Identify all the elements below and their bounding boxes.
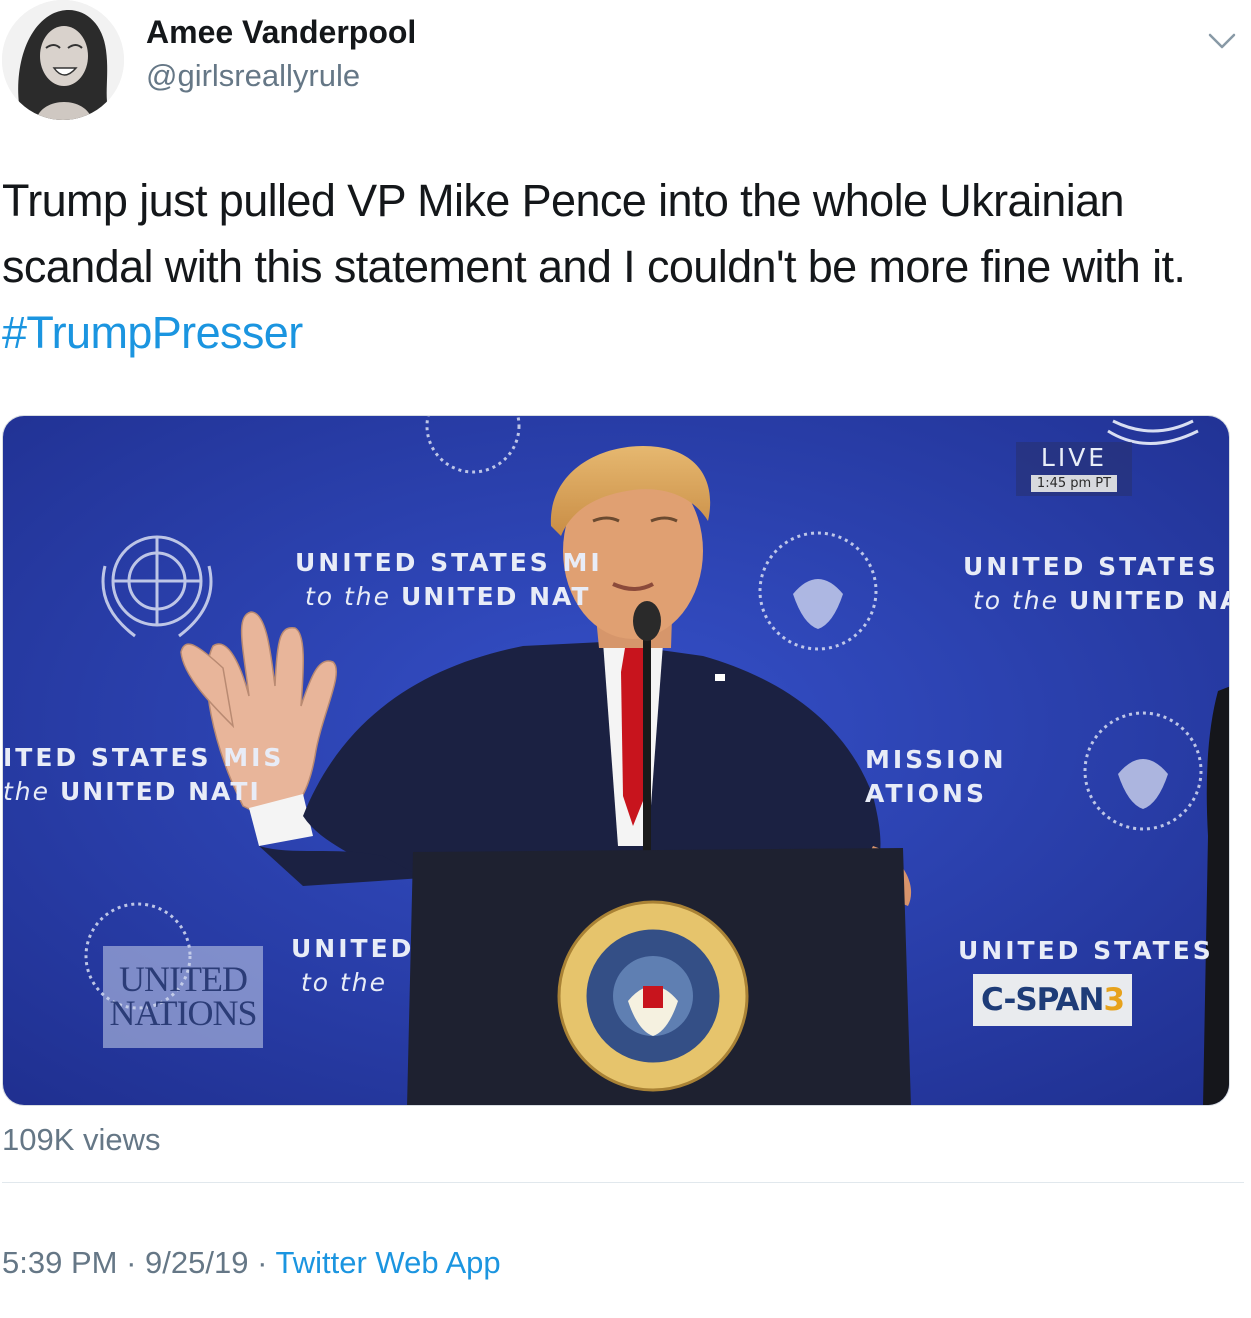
chevron-down-icon[interactable]: [1204, 22, 1240, 58]
live-time: 1:45 pm PT: [1030, 475, 1118, 492]
backdrop-bold: UNITED NAT: [400, 582, 591, 611]
video-player[interactable]: UNITED STATES MI to the UNITED NAT UNITE…: [2, 415, 1230, 1106]
backdrop-bold: UNITED NATI: [59, 777, 261, 806]
tweet-meta: 5:39 PM · 9/25/19 · Twitter Web App: [2, 1245, 501, 1281]
network-name: C-SPAN: [981, 982, 1104, 1018]
divider: [2, 1182, 1244, 1183]
backdrop-line: MISSION: [865, 745, 1007, 774]
author-name[interactable]: Amee Vanderpool: [146, 14, 416, 51]
view-count: 109K views: [2, 1122, 161, 1157]
live-badge: LIVE 1:45 pm PT: [1016, 442, 1132, 496]
backdrop-line: UNITED STATES MI: [963, 552, 1229, 581]
tweet-time[interactable]: 5:39 PM: [2, 1245, 117, 1280]
live-label: LIVE: [1040, 443, 1108, 472]
backdrop-line: UNITED STATES: [958, 936, 1214, 965]
un-logo: UNITED NATIONS: [103, 946, 263, 1048]
backdrop-subline: to the UNITED NA: [963, 584, 1230, 618]
backdrop-text-low: UNITED to the: [291, 932, 414, 1000]
un-logo-line: NATIONS: [109, 993, 257, 1033]
hashtag-link[interactable]: #TrumpPresser: [2, 307, 303, 358]
backdrop-italic: the: [3, 777, 51, 806]
backdrop-bold: UNITED NA: [1068, 586, 1230, 615]
network-logo: C-SPAN3: [973, 974, 1133, 1026]
backdrop-italic: to the: [300, 968, 388, 997]
backdrop-text-left: ITED STATES MIS the UNITED NATI: [3, 741, 284, 809]
backdrop-text-center: UNITED STATES MI to the UNITED NAT: [295, 546, 603, 614]
backdrop-subline: to the: [291, 966, 414, 1000]
meta-separator: ·: [126, 1245, 137, 1280]
meta-separator: ·: [257, 1245, 268, 1280]
tweet-body: Trump just pulled VP Mike Pence into the…: [2, 175, 1186, 292]
backdrop-text-low-right: UNITED STATES: [958, 934, 1214, 968]
backdrop-line: UNITED STATES MI: [295, 548, 603, 577]
tweet-text: Trump just pulled VP Mike Pence into the…: [2, 168, 1242, 366]
backdrop-text-mid: MISSION ATIONS: [865, 743, 1007, 811]
avatar-photo: [2, 0, 124, 120]
network-number: 3: [1103, 982, 1125, 1018]
tweet-date[interactable]: 9/25/19: [145, 1245, 248, 1280]
backdrop-subline: to the UNITED NAT: [295, 580, 603, 614]
backdrop-text-right: UNITED STATES MI to the UNITED NA: [963, 550, 1230, 618]
backdrop-line: ITED STATES MIS: [3, 743, 285, 772]
backdrop-line: UNITED: [291, 934, 415, 963]
backdrop-italic: to the: [972, 586, 1060, 615]
tweet-source-link[interactable]: Twitter Web App: [275, 1245, 500, 1280]
backdrop-subline: the UNITED NATI: [3, 775, 284, 809]
author-handle[interactable]: @girlsreallyrule: [146, 58, 360, 94]
backdrop-line: ATIONS: [865, 779, 987, 808]
backdrop-italic: to the: [304, 582, 392, 611]
avatar[interactable]: [2, 0, 124, 120]
